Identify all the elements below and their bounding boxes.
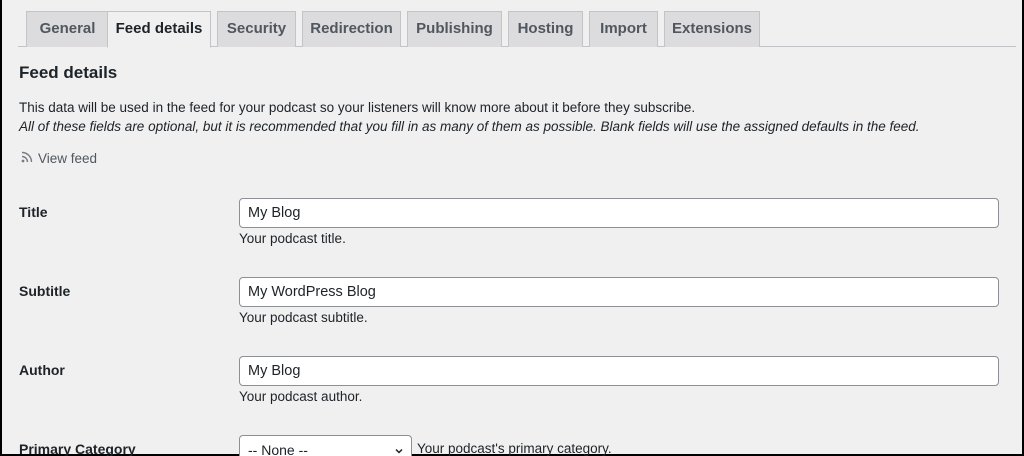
tab-redirection[interactable]: Redirection: [302, 11, 401, 47]
primary-category-select[interactable]: -- None --: [239, 435, 412, 456]
tab-bar: General Feed details Security Redirectio…: [18, 0, 1016, 48]
tab-security[interactable]: Security: [217, 11, 296, 47]
settings-page: General Feed details Security Redirectio…: [18, 0, 1016, 456]
tab-extensions[interactable]: Extensions: [664, 11, 760, 47]
chevron-down-icon: [395, 448, 403, 454]
rss-icon: [21, 151, 33, 166]
subtitle-label: Subtitle: [19, 283, 71, 299]
tab-hosting[interactable]: Hosting: [508, 11, 583, 47]
view-feed-label: View feed: [38, 151, 98, 166]
title-help: Your podcast title.: [239, 231, 346, 246]
author-label: Author: [19, 362, 65, 378]
primary-category-selected: -- None --: [248, 442, 308, 456]
author-input[interactable]: [239, 356, 999, 386]
section-note: All of these fields are optional, but it…: [19, 119, 920, 134]
subtitle-input[interactable]: [239, 277, 999, 307]
page-title: Feed details: [19, 63, 118, 82]
tab-publishing[interactable]: Publishing: [407, 11, 502, 47]
title-input[interactable]: [239, 198, 999, 228]
tab-general[interactable]: General: [26, 11, 109, 47]
section-description: This data will be used in the feed for y…: [19, 100, 696, 115]
subtitle-help: Your podcast subtitle.: [239, 310, 368, 325]
view-feed-link[interactable]: View feed: [21, 151, 97, 166]
primary-category-label: Primary Category: [19, 441, 136, 456]
author-help: Your podcast author.: [239, 389, 363, 404]
title-label: Title: [19, 204, 48, 220]
tab-feed-details[interactable]: Feed details: [107, 11, 211, 48]
primary-category-help: Your podcast's primary category.: [417, 441, 612, 456]
tab-import[interactable]: Import: [589, 11, 658, 47]
